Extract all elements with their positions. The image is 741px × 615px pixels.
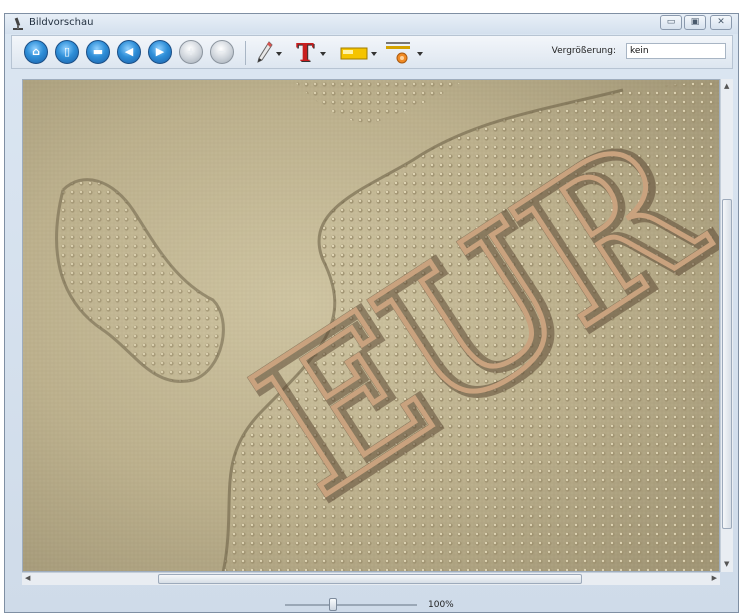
arrow-left-icon: ◀	[124, 45, 134, 58]
color-swatch-icon	[340, 47, 368, 60]
text-tool-icon: T	[296, 38, 314, 67]
toolbar: ⌂ ▯ ▬ ◀ ▶ + − T Vergrößerung: kein	[11, 35, 733, 69]
print-button[interactable]: ▬	[86, 40, 110, 64]
zoom-out-icon: −	[217, 45, 227, 58]
image-viewport[interactable]: EUR EUR	[22, 79, 720, 572]
line-width-button[interactable]	[384, 40, 424, 66]
scroll-right-icon[interactable]: ▶	[712, 573, 717, 584]
zoom-slider-track[interactable]	[285, 604, 417, 606]
microscope-icon	[13, 17, 23, 30]
document-icon: ▯	[63, 45, 71, 58]
minimize-button[interactable]: ▭	[660, 15, 682, 30]
scroll-up-icon[interactable]: ▲	[724, 81, 729, 92]
printer-icon: ▬	[92, 45, 104, 58]
new-document-button[interactable]: ▯	[55, 40, 79, 64]
highlight-color-button[interactable]	[340, 40, 378, 66]
title-bar[interactable]: Bildvorschau ▭ ▣ ✕	[5, 14, 738, 34]
window-title: Bildvorschau	[29, 17, 94, 28]
line-width-icon	[386, 42, 410, 64]
toolbar-separator	[245, 41, 246, 65]
chevron-down-icon	[417, 52, 423, 56]
vertical-scrollbar[interactable]: ▲ ▼	[720, 79, 733, 572]
arrow-right-icon: ▶	[155, 45, 165, 58]
zoom-label: Vergrößerung:	[551, 46, 616, 56]
chevron-down-icon	[276, 52, 282, 56]
maximize-icon: ▣	[690, 17, 700, 27]
scroll-down-icon[interactable]: ▼	[724, 559, 729, 570]
zoom-in-button[interactable]: +	[179, 40, 203, 64]
chevron-down-icon	[320, 52, 326, 56]
close-icon: ✕	[717, 17, 725, 27]
coin-image: EUR EUR	[23, 80, 719, 571]
scroll-left-icon[interactable]: ◀	[25, 573, 30, 584]
previous-button[interactable]: ◀	[117, 40, 141, 64]
zoom-in-icon: +	[186, 45, 196, 58]
zoom-percent: 100%	[428, 600, 454, 610]
pencil-icon	[257, 41, 273, 63]
home-button[interactable]: ⌂	[24, 40, 48, 64]
pencil-tool-button[interactable]	[256, 40, 282, 66]
close-button[interactable]: ✕	[710, 15, 732, 30]
home-icon: ⌂	[32, 45, 40, 58]
text-tool-button[interactable]: T	[294, 38, 328, 67]
minimize-icon: ▭	[666, 17, 676, 27]
zoom-field[interactable]: kein	[626, 43, 726, 59]
zoom-out-button[interactable]: −	[210, 40, 234, 64]
horizontal-scroll-thumb[interactable]	[158, 574, 582, 584]
chevron-down-icon	[371, 52, 377, 56]
vertical-scroll-thumb[interactable]	[722, 199, 732, 529]
next-button[interactable]: ▶	[148, 40, 172, 64]
zoom-slider-thumb[interactable]	[329, 598, 337, 611]
maximize-button[interactable]: ▣	[684, 15, 706, 30]
horizontal-scrollbar[interactable]: ◀ ▶	[22, 572, 720, 585]
